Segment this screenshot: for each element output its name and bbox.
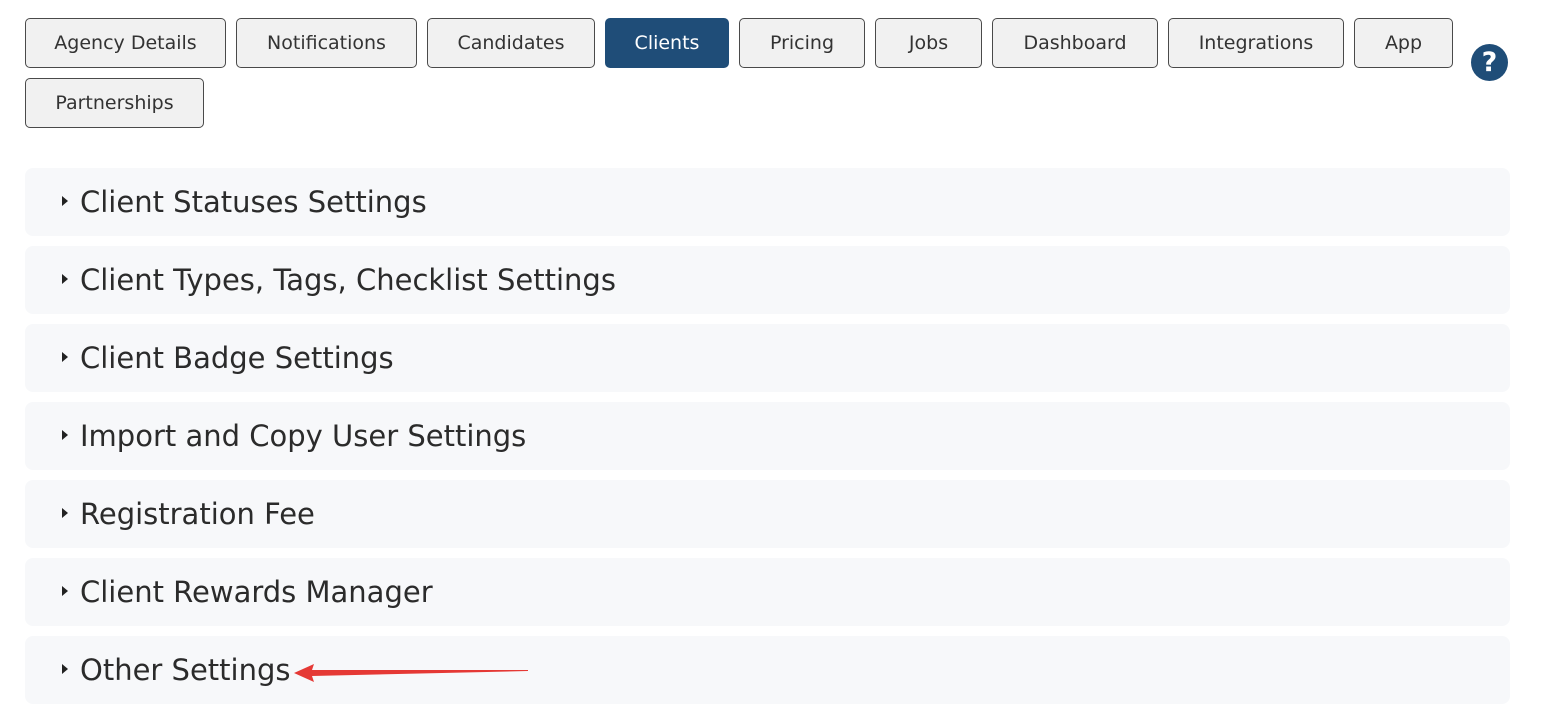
section-client-rewards-manager[interactable]: Client Rewards Manager [25,558,1510,626]
tab-app[interactable]: App [1354,18,1453,68]
section-label: Client Badge Settings [80,341,394,375]
tab-clients[interactable]: Clients [605,18,729,68]
caret-right-icon [62,664,68,674]
settings-page: Agency Details Notifications Candidates … [0,0,1553,709]
section-label: Import and Copy User Settings [80,419,527,453]
section-registration-fee[interactable]: Registration Fee [25,480,1510,548]
tab-partnerships[interactable]: Partnerships [25,78,204,128]
caret-right-icon [62,196,68,206]
tab-jobs[interactable]: Jobs [875,18,982,68]
tab-agency-details[interactable]: Agency Details [25,18,226,68]
section-client-badge-settings[interactable]: Client Badge Settings [25,324,1510,392]
section-other-settings[interactable]: Other Settings [25,636,1510,704]
section-client-types-tags-checklist-settings[interactable]: Client Types, Tags, Checklist Settings [25,246,1510,314]
caret-right-icon [62,508,68,518]
caret-right-icon [62,274,68,284]
section-client-statuses-settings[interactable]: Client Statuses Settings [25,168,1510,236]
section-label: Other Settings [80,653,291,687]
caret-right-icon [62,430,68,440]
tab-candidates[interactable]: Candidates [427,18,595,68]
question-circle-icon[interactable]: ? [1471,44,1508,81]
tab-dashboard[interactable]: Dashboard [992,18,1158,68]
tab-integrations[interactable]: Integrations [1168,18,1344,68]
annotation-arrow-icon [294,664,528,682]
tab-notifications[interactable]: Notifications [236,18,417,68]
section-label: Client Types, Tags, Checklist Settings [80,263,616,297]
caret-right-icon [62,586,68,596]
section-label: Client Statuses Settings [80,185,427,219]
section-label: Client Rewards Manager [80,575,433,609]
section-import-and-copy-user-settings[interactable]: Import and Copy User Settings [25,402,1510,470]
tab-pricing[interactable]: Pricing [739,18,865,68]
caret-right-icon [62,352,68,362]
section-label: Registration Fee [80,497,315,531]
